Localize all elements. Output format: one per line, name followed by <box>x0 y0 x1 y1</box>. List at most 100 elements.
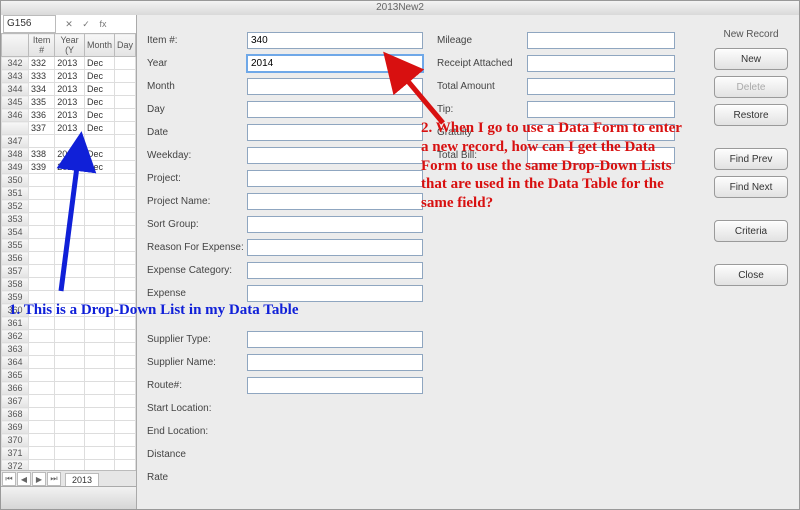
cell[interactable] <box>114 239 135 252</box>
cell[interactable] <box>55 356 85 369</box>
row-header[interactable]: 349 <box>2 161 29 174</box>
cell[interactable]: 334 <box>29 83 55 96</box>
row-header[interactable]: 364 <box>2 356 29 369</box>
row-header[interactable]: 369 <box>2 421 29 434</box>
cell[interactable] <box>29 421 55 434</box>
cell[interactable] <box>29 408 55 421</box>
cell[interactable] <box>84 369 114 382</box>
cell[interactable] <box>114 330 135 343</box>
cell[interactable] <box>114 200 135 213</box>
cell[interactable]: Dec <box>84 57 114 70</box>
cell[interactable]: 2013 <box>55 96 85 109</box>
cell[interactable] <box>114 369 135 382</box>
new-button[interactable]: New <box>714 48 788 70</box>
cell[interactable] <box>84 408 114 421</box>
fx-icon[interactable]: fx <box>96 17 110 31</box>
cell[interactable] <box>84 434 114 447</box>
cell[interactable]: 336 <box>29 109 55 122</box>
row-header[interactable]: 370 <box>2 434 29 447</box>
cell[interactable] <box>114 343 135 356</box>
cell[interactable] <box>55 434 85 447</box>
cell[interactable]: 337 <box>29 122 55 135</box>
cell[interactable] <box>114 252 135 265</box>
cell[interactable] <box>114 408 135 421</box>
row-header[interactable]: 366 <box>2 382 29 395</box>
cell[interactable] <box>55 408 85 421</box>
cell[interactable] <box>55 447 85 460</box>
cell[interactable]: Dec <box>84 70 114 83</box>
tab-nav-next-icon[interactable]: ▶ <box>32 472 46 486</box>
cell[interactable] <box>84 421 114 434</box>
cell[interactable] <box>114 382 135 395</box>
cell[interactable] <box>84 356 114 369</box>
row-header[interactable]: 346 <box>2 109 29 122</box>
cell[interactable] <box>29 395 55 408</box>
cell[interactable] <box>114 187 135 200</box>
column-header[interactable]: Day <box>114 34 135 57</box>
cell[interactable] <box>114 421 135 434</box>
row-header[interactable]: 371 <box>2 447 29 460</box>
cell[interactable] <box>29 382 55 395</box>
cell[interactable] <box>29 330 55 343</box>
cell[interactable] <box>84 382 114 395</box>
cell[interactable] <box>114 226 135 239</box>
row-header[interactable]: 343 <box>2 70 29 83</box>
cell[interactable] <box>29 356 55 369</box>
row-header[interactable]: 365 <box>2 369 29 382</box>
cell[interactable] <box>84 343 114 356</box>
row-header[interactable]: 345 <box>2 96 29 109</box>
column-header[interactable]: Year (Y <box>55 34 85 57</box>
cell[interactable] <box>55 382 85 395</box>
restore-button[interactable]: Restore <box>714 104 788 126</box>
cell[interactable] <box>29 369 55 382</box>
row-header[interactable]: 348 <box>2 148 29 161</box>
tab-nav-last-icon[interactable]: ⏭ <box>47 472 61 486</box>
cell[interactable] <box>114 109 135 122</box>
row-header[interactable]: 368 <box>2 408 29 421</box>
cell[interactable] <box>55 421 85 434</box>
form-input[interactable] <box>527 78 675 95</box>
form-input[interactable] <box>247 32 423 49</box>
form-input[interactable] <box>247 193 423 210</box>
tab-nav-first-icon[interactable]: ⏮ <box>2 472 16 486</box>
cell[interactable] <box>55 330 85 343</box>
cell[interactable] <box>114 434 135 447</box>
form-input[interactable] <box>527 32 675 49</box>
cell[interactable] <box>114 356 135 369</box>
column-header[interactable] <box>2 34 29 57</box>
cell[interactable] <box>84 395 114 408</box>
sheet-tab[interactable]: 2013 <box>65 473 99 486</box>
cell[interactable] <box>114 213 135 226</box>
row-header[interactable]: 353 <box>2 213 29 226</box>
row-header[interactable]: 351 <box>2 187 29 200</box>
cell[interactable]: 332 <box>29 57 55 70</box>
find-next-button[interactable]: Find Next <box>714 176 788 198</box>
form-input[interactable] <box>247 377 423 394</box>
row-header[interactable]: 347 <box>2 135 29 148</box>
cell[interactable] <box>114 148 135 161</box>
cell[interactable] <box>114 122 135 135</box>
row-header[interactable]: 350 <box>2 174 29 187</box>
find-prev-button[interactable]: Find Prev <box>714 148 788 170</box>
form-input[interactable] <box>527 101 675 118</box>
form-input[interactable] <box>247 354 423 371</box>
row-header[interactable]: 358 <box>2 278 29 291</box>
cell[interactable] <box>84 447 114 460</box>
row-header[interactable] <box>2 122 29 135</box>
close-button[interactable]: Close <box>714 264 788 286</box>
cell[interactable] <box>114 83 135 96</box>
row-header[interactable]: 367 <box>2 395 29 408</box>
cell[interactable] <box>114 395 135 408</box>
row-header[interactable]: 342 <box>2 57 29 70</box>
form-input[interactable] <box>247 262 423 279</box>
row-header[interactable]: 356 <box>2 252 29 265</box>
form-input[interactable] <box>247 170 423 187</box>
cell[interactable] <box>55 395 85 408</box>
cell[interactable] <box>114 96 135 109</box>
cell[interactable]: 2013 <box>55 57 85 70</box>
cell[interactable] <box>114 161 135 174</box>
confirm-icon[interactable]: ✓ <box>79 17 93 31</box>
column-header[interactable]: Month <box>84 34 114 57</box>
row-header[interactable]: 352 <box>2 200 29 213</box>
cell[interactable] <box>114 135 135 148</box>
